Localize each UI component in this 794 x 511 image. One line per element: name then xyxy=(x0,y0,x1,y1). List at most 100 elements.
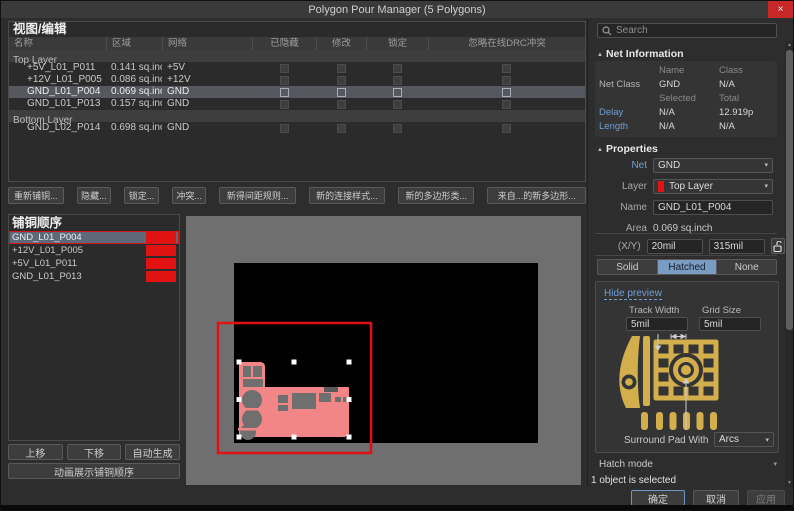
tab-solid[interactable]: Solid xyxy=(598,260,657,274)
grid-size-label: Grid Size xyxy=(702,305,741,316)
checkbox-cell xyxy=(366,74,428,86)
net-info-col-header: Class xyxy=(719,64,773,77)
xy-lock-button[interactable] xyxy=(771,238,785,254)
search-input[interactable] xyxy=(616,25,772,36)
dialog-title: Polygon Pour Manager (5 Polygons) xyxy=(308,4,485,16)
action-button[interactable]: 重新铺铜... xyxy=(8,187,64,204)
chevron-down-icon: ▾ xyxy=(764,182,768,190)
hidden-checkbox[interactable] xyxy=(280,124,289,133)
scroll-down-icon[interactable]: ▼ xyxy=(785,480,794,486)
ok-button[interactable]: 确定 xyxy=(631,490,685,506)
checkbox-cell xyxy=(428,74,585,86)
auto-generate-button[interactable]: 自动生成 xyxy=(125,444,180,460)
polygon-name-field[interactable] xyxy=(653,200,773,215)
surround-pad-dropdown[interactable]: Arcs ▾ xyxy=(714,432,774,447)
layer-dropdown[interactable]: Top Layer ▾ xyxy=(653,179,773,194)
polygon-row[interactable]: GND_L01_P0040.069 sq.inchGND xyxy=(9,86,585,98)
polygon-net: GND xyxy=(162,122,252,134)
move-up-button[interactable]: 上移 xyxy=(8,444,63,460)
ignore-drc-checkbox[interactable] xyxy=(502,76,511,85)
bottom-strip xyxy=(1,505,793,511)
action-button[interactable]: 新得间距规则... xyxy=(219,187,295,204)
modified-checkbox[interactable] xyxy=(337,124,346,133)
polygon-row[interactable]: GND_L02_P0140.698 sq.inchGND xyxy=(9,122,585,134)
properties-header[interactable]: ▲Properties xyxy=(597,143,658,155)
panel-scrollbar[interactable]: ▲ ▼ xyxy=(785,41,794,487)
action-button[interactable]: 锁定... xyxy=(124,187,159,204)
apply-button[interactable]: 应用 xyxy=(747,490,785,506)
fill-mode-tabs: SolidHatchedNone xyxy=(597,259,777,275)
net-dropdown[interactable]: GND ▾ xyxy=(653,158,773,173)
locked-checkbox[interactable] xyxy=(393,64,402,73)
pour-order-item[interactable]: GND_L01_P013 xyxy=(9,270,179,283)
locked-checkbox[interactable] xyxy=(393,76,402,85)
locked-checkbox[interactable] xyxy=(393,88,402,97)
hatch-settings-group: Hide preview Track Width Grid Size xyxy=(595,281,779,453)
modified-checkbox[interactable] xyxy=(337,64,346,73)
move-down-button[interactable]: 下移 xyxy=(67,444,122,460)
column-header[interactable]: 网络 xyxy=(162,37,252,50)
close-button[interactable]: × xyxy=(768,1,793,18)
ignore-drc-checkbox[interactable] xyxy=(502,64,511,73)
action-button[interactable]: 新的多边形类... xyxy=(398,187,474,204)
length-link[interactable]: Length xyxy=(599,120,659,133)
action-button[interactable]: 冲突... xyxy=(172,187,207,204)
hidden-checkbox[interactable] xyxy=(280,64,289,73)
cancel-button[interactable]: 取消 xyxy=(693,490,739,506)
checkbox-cell xyxy=(366,122,428,134)
column-header[interactable]: 已隐藏 xyxy=(252,37,316,50)
delay-link[interactable]: Delay xyxy=(599,106,659,119)
checkbox-cell xyxy=(428,86,585,98)
pour-color-swatch xyxy=(146,245,176,256)
modified-checkbox[interactable] xyxy=(337,76,346,85)
polygon-row[interactable]: +5V_L01_P0110.141 sq.inch+5V xyxy=(9,62,585,74)
modified-checkbox[interactable] xyxy=(337,100,346,109)
ignore-drc-checkbox[interactable] xyxy=(502,124,511,133)
pour-order-item[interactable]: +12V_L01_P005 xyxy=(9,244,179,257)
animate-pour-order-button[interactable]: 动画展示铺铜顺序 xyxy=(8,463,180,479)
layer-group-row[interactable]: Bottom Layer xyxy=(9,110,585,122)
hidden-checkbox[interactable] xyxy=(280,100,289,109)
x-coordinate-field[interactable] xyxy=(647,239,703,254)
net-property-label[interactable]: Net xyxy=(591,160,653,171)
polygon-area: 0.141 sq.inch xyxy=(106,62,162,74)
action-button[interactable]: 来自...的新多边形... xyxy=(487,187,586,204)
title-bar[interactable]: Polygon Pour Manager (5 Polygons) × xyxy=(1,1,793,18)
action-button[interactable]: 隐藏... xyxy=(77,187,112,204)
scroll-up-icon[interactable]: ▲ xyxy=(785,42,794,48)
locked-checkbox[interactable] xyxy=(393,100,402,109)
column-header[interactable]: 区域 xyxy=(106,37,162,50)
pour-item-name: +5V_L01_P011 xyxy=(12,258,146,270)
polygon-name: GND_L02_P014 xyxy=(9,122,106,134)
search-box[interactable] xyxy=(597,23,777,38)
action-button[interactable]: 新的连接样式... xyxy=(309,187,385,204)
polygon-row[interactable]: GND_L01_P0130.157 sq.inchGND xyxy=(9,98,585,110)
tab-none[interactable]: None xyxy=(716,260,776,274)
column-header[interactable]: 锁定 xyxy=(366,37,428,50)
polygon-name: GND_L01_P004 xyxy=(9,86,106,98)
hide-preview-link[interactable]: Hide preview xyxy=(604,288,662,300)
pour-order-item[interactable]: GND_L01_P004 xyxy=(9,231,179,244)
column-header[interactable]: 忽略在线DRC冲突 xyxy=(428,37,585,50)
polygon-net: GND xyxy=(162,98,252,110)
column-header[interactable]: 修改 xyxy=(316,37,366,50)
hidden-checkbox[interactable] xyxy=(280,88,289,97)
polygon-row[interactable]: +12V_L01_P0050.086 sq.inch+12V xyxy=(9,74,585,86)
locked-checkbox[interactable] xyxy=(393,124,402,133)
scrollbar-thumb[interactable] xyxy=(786,50,793,330)
tab-hatched[interactable]: Hatched xyxy=(657,260,717,274)
hatch-mode-row[interactable]: Hatch mode ▾ xyxy=(595,457,779,471)
track-width-field[interactable] xyxy=(626,317,688,331)
hidden-checkbox[interactable] xyxy=(280,76,289,85)
pour-order-panel: 铺铜顺序 GND_L01_P004+12V_L01_P005+5V_L01_P0… xyxy=(8,214,180,441)
y-coordinate-field[interactable] xyxy=(709,239,765,254)
pour-order-item[interactable]: +5V_L01_P011 xyxy=(9,257,179,270)
layer-group-row[interactable]: Top Layer xyxy=(9,50,585,62)
grid-size-field[interactable] xyxy=(699,317,761,331)
pcb-preview[interactable] xyxy=(186,216,581,485)
modified-checkbox[interactable] xyxy=(337,88,346,97)
net-information-header[interactable]: ▲Net Information xyxy=(597,48,684,60)
ignore-drc-checkbox[interactable] xyxy=(502,100,511,109)
column-header[interactable]: 名称 xyxy=(9,37,106,50)
ignore-drc-checkbox[interactable] xyxy=(502,88,511,97)
